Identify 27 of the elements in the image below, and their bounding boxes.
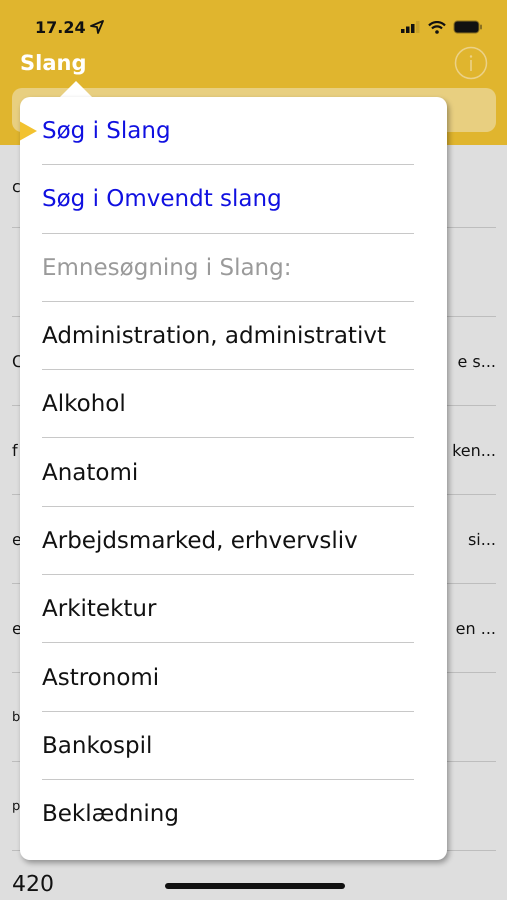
status-time: 17.24 <box>35 18 86 36</box>
app-title: Slang <box>20 51 86 75</box>
menu-item[interactable]: Administration, administrativt <box>20 302 414 370</box>
menu-item[interactable]: Anatomi <box>20 438 414 507</box>
wifi-icon <box>428 20 446 34</box>
menu-item[interactable]: Alkohol <box>20 370 414 438</box>
row-text: c <box>12 176 21 196</box>
row-subtitle: e s... <box>457 352 496 370</box>
row-text: 420 <box>12 873 54 898</box>
menu-item[interactable]: Søg i Omvendt slang <box>20 165 414 234</box>
menu-heading: Emnesøgning i Slang: <box>20 234 414 302</box>
menu-item[interactable]: Beklædning <box>20 780 414 848</box>
menu-item[interactable]: Søg i Slang <box>20 97 414 166</box>
location-arrow-icon <box>90 20 104 34</box>
menu-item[interactable]: Astronomi <box>20 643 414 712</box>
row-subtitle: ken... <box>452 440 496 460</box>
row-subtitle: p <box>12 798 20 814</box>
row-subtitle: b <box>12 710 20 724</box>
row-subtitle: si... <box>468 530 496 548</box>
menu-item[interactable]: Arbejdsmarked, erhvervsliv <box>20 506 414 576</box>
menu-item[interactable]: Bankospil <box>20 712 414 780</box>
signal-icon <box>401 21 421 33</box>
battery-icon <box>453 20 483 34</box>
row-subtitle: en ... <box>456 618 496 638</box>
menu-item[interactable]: Arkitektur <box>20 575 414 644</box>
row-text: f <box>12 440 18 460</box>
info-icon[interactable] <box>454 46 488 80</box>
